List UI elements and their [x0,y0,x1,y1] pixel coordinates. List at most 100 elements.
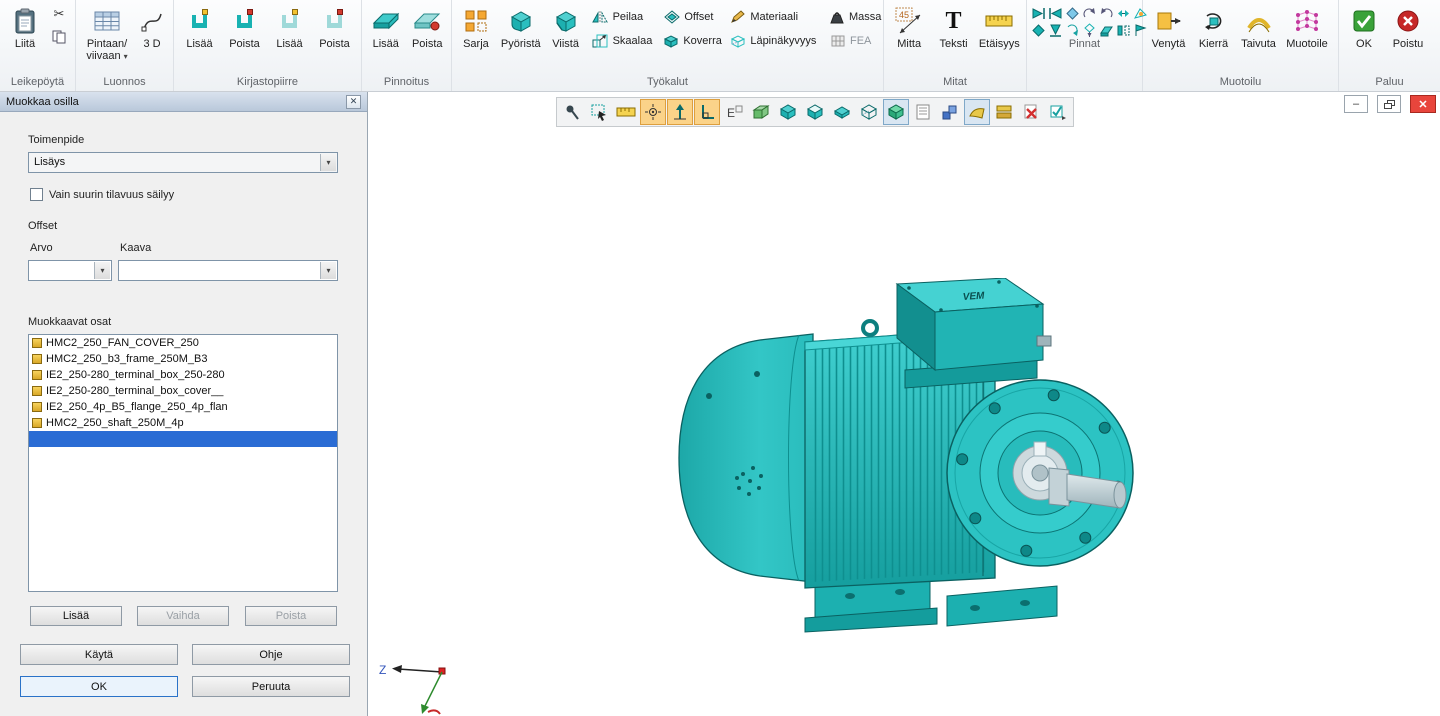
dialog-close-button[interactable]: ✕ [346,95,361,109]
drawer-stack-icon[interactable] [991,99,1017,125]
ok-ribbon-button[interactable]: OK [1342,2,1386,76]
hollow-button[interactable]: Koverra [660,32,722,50]
open-box-icon[interactable] [802,99,828,125]
rotate-button[interactable]: Kierrä [1191,2,1236,76]
measure-icon[interactable] [613,99,639,125]
library-add2-icon [282,4,297,38]
shaded-box-selected-icon[interactable] [883,99,909,125]
sketch-3d-button[interactable]: 3 D [135,2,169,76]
offset-value-select[interactable]: ▾ [28,260,112,281]
library-remove-button[interactable]: Poista [222,2,267,76]
material-button[interactable]: Materiaali [726,8,822,26]
face-tool-icon-5[interactable] [1099,6,1114,21]
combo-arrow-icon: ▾ [320,154,336,171]
bend-button[interactable]: Taivuta [1236,2,1281,76]
keep-largest-volume-checkbox[interactable] [30,188,43,201]
help-button[interactable]: Ohje [192,644,350,665]
sketch-on-surface-button[interactable]: Pintaan/ viivaan ▾ [79,2,135,76]
modifying-parts-list[interactable]: HMC2_250_FAN_COVER_250 HMC2_250_b3_frame… [28,334,338,592]
face-tool-icon-4[interactable] [1082,6,1097,21]
library-add-button[interactable]: Lisää [177,2,222,76]
list-item[interactable]: IE2_250-280_terminal_box_250-280 [29,367,337,383]
paste-icon [13,4,37,38]
surfacing-add-button[interactable]: Lisää [365,2,407,76]
fillet-button[interactable]: Pyöristä [497,2,545,76]
pattern-button[interactable]: Sarja [455,2,497,76]
offset-button[interactable]: Offset [660,8,722,26]
confirm-select-icon[interactable] [1045,99,1071,125]
list-item[interactable]: HMC2_250_shaft_250M_4p [29,415,337,431]
group-label-return: Paluu [1339,76,1440,91]
list-item[interactable]: IE2_250_4p_B5_flange_250_4p_flan [29,399,337,415]
select-region-icon[interactable] [586,99,612,125]
list-item[interactable]: HMC2_250_FAN_COVER_250 [29,335,337,351]
lattice-icon [1294,4,1320,38]
surfacing-remove-button[interactable]: Poista [407,2,449,76]
stretch-button[interactable]: Venytä [1146,2,1191,76]
close-button[interactable]: ✕ [1410,95,1436,113]
cut-button[interactable]: ✂ [49,5,69,23]
solid-box-icon[interactable] [775,99,801,125]
library-remove2-button[interactable]: Poista [312,2,357,76]
face-tool-icon-13[interactable] [1116,23,1131,38]
face-tool-icon-8[interactable] [1031,23,1046,38]
close-icon: ✕ [1418,98,1427,111]
paste-button[interactable]: Liitä [3,2,47,76]
keep-largest-volume-label: Vain suurin tilavuus säilyy [49,189,174,201]
face-tool-icon-3[interactable] [1065,6,1080,21]
pick-element-icon[interactable]: E [721,99,747,125]
list-item[interactable]: IE2_250-280_terminal_box_cover__ [29,383,337,399]
shape-button[interactable]: Muotoile [1281,2,1333,76]
library-add2-button[interactable]: Lisää [267,2,312,76]
face-tool-icon-2[interactable] [1048,6,1063,21]
snap-perpendicular-icon[interactable] [694,99,720,125]
face-tool-icon-6[interactable] [1116,6,1131,21]
face-tool-icon-10[interactable] [1065,23,1080,38]
exit-button[interactable]: Poistu [1386,2,1430,76]
viewport-3d[interactable]: E – ✕ [368,92,1440,716]
ok-button[interactable]: OK [20,676,178,697]
offset-icon [663,10,680,25]
apply-button[interactable]: Käytä [20,644,178,665]
pin-icon[interactable] [559,99,585,125]
transparency-button[interactable]: Läpinäkyvyys [726,32,822,50]
mirror-button[interactable]: Peilaa [589,8,657,26]
motor-model[interactable]: VEM [665,278,1135,634]
chamfer-button[interactable]: Viistä [545,2,587,76]
text-button[interactable]: T Teksti [931,2,975,76]
offset-formula-select[interactable]: ▾ [118,260,338,281]
snap-center-icon[interactable] [640,99,666,125]
face-tool-icon-12[interactable] [1099,23,1114,38]
copy-button[interactable] [49,29,69,47]
surface-sheet-icon[interactable] [964,99,990,125]
delete-icon[interactable] [1018,99,1044,125]
library-add-icon [192,4,207,38]
wireframe-box-icon[interactable] [856,99,882,125]
close-icon: ✕ [350,96,358,107]
grid-table-icon [93,4,121,38]
dialog-titlebar[interactable]: Muokkaa osilla ✕ [0,92,367,112]
maximize-button[interactable] [1377,95,1401,113]
face-tool-icon-1[interactable] [1031,6,1046,21]
fillet-icon [509,4,533,38]
feature-list-icon[interactable] [910,99,936,125]
mass-button[interactable]: Massa [826,8,878,26]
window-controls: – ✕ [1344,95,1436,113]
add-part-button[interactable]: Lisää [30,606,122,626]
scale-button[interactable]: Skaalaa [589,32,657,50]
distance-button[interactable]: Etäisyys [976,2,1023,76]
face-tool-icon-11[interactable] [1082,23,1097,38]
face-tool-icon-9[interactable] [1048,23,1063,38]
operation-select[interactable]: Lisäys ▾ [28,152,338,173]
face-green-icon[interactable] [748,99,774,125]
dimension-button[interactable]: 45 Mitta [887,2,931,76]
cancel-button[interactable]: Peruuta [192,676,350,697]
mirror-icon [592,10,609,25]
snap-vertical-icon[interactable] [667,99,693,125]
thin-box-icon[interactable] [829,99,855,125]
blue-blocks-icon[interactable] [937,99,963,125]
scissors-icon: ✂ [54,6,65,22]
list-item[interactable]: HMC2_250_b3_frame_250M_B3 [29,351,337,367]
list-item-selected[interactable] [29,431,337,447]
minimize-button[interactable]: – [1344,95,1368,113]
